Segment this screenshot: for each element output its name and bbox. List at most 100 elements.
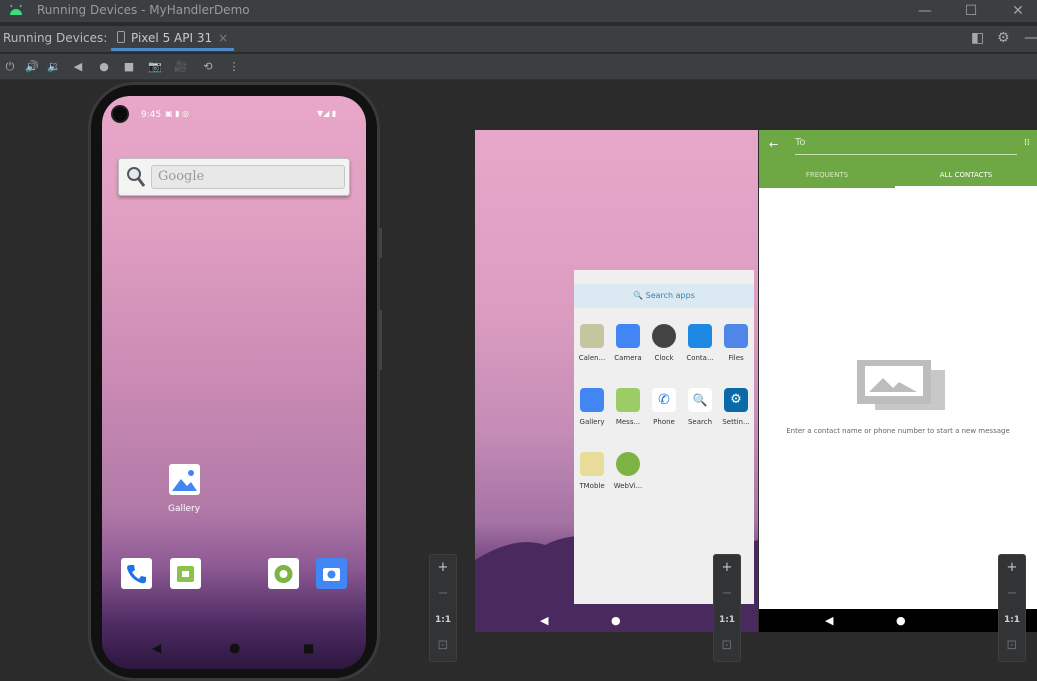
- tab-indicator: [895, 186, 1037, 188]
- gallery-icon: [580, 388, 604, 412]
- volume-up-icon[interactable]: 🔊: [23, 58, 41, 76]
- tab-all-contacts[interactable]: ALL CONTACTS: [895, 171, 1037, 179]
- camera-icon: [616, 324, 640, 348]
- app-label: Camera: [614, 354, 642, 362]
- minimize-button[interactable]: —: [915, 2, 935, 20]
- empty-contacts-image-icon: [857, 360, 945, 410]
- android-icon: [10, 4, 22, 15]
- volume-down-icon[interactable]: 🔉: [45, 58, 63, 76]
- tab-close-icon[interactable]: ×: [218, 31, 228, 45]
- zoom-out-button[interactable]: −: [714, 581, 740, 607]
- app-files[interactable]: Files: [718, 324, 754, 362]
- nav-home-icon[interactable]: ●: [611, 614, 621, 627]
- close-window-button[interactable]: ✕: [1008, 2, 1028, 20]
- android-robot-icon: [616, 452, 640, 476]
- nav-back-icon[interactable]: ◀: [540, 614, 548, 627]
- phone-screen-messages[interactable]: ← To ⁞⁞ FREQUENTS ALL CONTACTS Enter a c…: [759, 130, 1037, 632]
- nav-home-icon[interactable]: ●: [896, 614, 906, 627]
- phone-icon: ✆: [652, 388, 676, 412]
- gallery-label: Gallery: [167, 504, 201, 514]
- app-settings[interactable]: ⚙ Settin...: [718, 388, 754, 426]
- app-gallery[interactable]: Gallery: [574, 388, 610, 426]
- dialpad-icon[interactable]: ⁞⁞: [1024, 138, 1030, 148]
- status-bar: 9:45 ▣ ▮ ◎ ▼◢ ▮: [102, 106, 366, 122]
- app-label: Settin...: [722, 418, 750, 426]
- phone-device-icon: [117, 31, 125, 43]
- calendar-icon: [580, 324, 604, 348]
- app-camera[interactable]: Camera: [610, 324, 646, 362]
- app-label: Clock: [654, 354, 674, 362]
- title-bar: Running Devices - MyHandlerDemo — ☐ ✕: [0, 0, 1037, 22]
- wifi-battery-icon: ▼◢ ▮: [317, 109, 337, 118]
- app-contacts[interactable]: Conta...: [682, 324, 718, 362]
- app-label: Files: [728, 354, 744, 362]
- gear-icon[interactable]: ⚙: [997, 30, 1010, 46]
- nav-back-icon[interactable]: ◀: [152, 641, 161, 655]
- zoom-controls: + − 1:1 ⊡: [713, 554, 741, 662]
- more-options-icon[interactable]: ⋮: [225, 58, 243, 76]
- to-input[interactable]: To: [795, 137, 1017, 155]
- power-icon[interactable]: ⏻: [1, 58, 19, 76]
- home-icon[interactable]: ●: [95, 58, 113, 76]
- app-messaging[interactable]: Mess...: [610, 388, 646, 426]
- contacts-icon: [688, 324, 712, 348]
- nav-back-icon[interactable]: ◀: [825, 614, 833, 627]
- tab-frequents[interactable]: FREQUENTS: [759, 171, 895, 179]
- status-time: 9:45: [141, 110, 162, 120]
- actual-size-button[interactable]: 1:1: [714, 607, 740, 633]
- app-clock[interactable]: Clock: [646, 324, 682, 362]
- google-search-widget[interactable]: Google: [118, 158, 350, 196]
- layout-icon[interactable]: ◧: [971, 30, 984, 46]
- app-search[interactable]: 🔍 Search: [682, 388, 718, 426]
- nav-bar: ◀ ●: [759, 609, 1037, 632]
- tab-pixel-5[interactable]: Pixel 5 API 31 ×: [111, 26, 235, 51]
- search-icon: [127, 167, 146, 187]
- fit-screen-icon[interactable]: ⊡: [714, 633, 740, 659]
- fit-screen-icon[interactable]: ⊡: [999, 633, 1025, 659]
- phone-screen-home[interactable]: 9:45 ▣ ▮ ◎ ▼◢ ▮ Google Gallery ◀ ● ■: [102, 96, 366, 669]
- messaging-icon: [616, 388, 640, 412]
- gallery-app-icon[interactable]: [169, 464, 200, 495]
- app-calendar[interactable]: Calen...: [574, 324, 610, 362]
- overview-icon[interactable]: ■: [120, 58, 138, 76]
- screen-record-icon[interactable]: 🎥: [172, 58, 190, 76]
- zoom-in-button[interactable]: +: [430, 555, 456, 581]
- search-apps-field[interactable]: 🔍 Search apps: [574, 284, 754, 308]
- app-phone[interactable]: ✆ Phone: [646, 388, 682, 426]
- fit-screen-icon[interactable]: ⊡: [430, 633, 456, 659]
- maximize-button[interactable]: ☐: [961, 2, 981, 20]
- actual-size-button[interactable]: 1:1: [430, 607, 456, 633]
- notification-icon: ▣ ▮ ◎: [165, 109, 190, 118]
- app-tmoble[interactable]: TMoble: [574, 452, 610, 490]
- phone-app-icon[interactable]: [121, 558, 152, 589]
- android-robot-icon: [274, 565, 293, 583]
- zoom-out-button[interactable]: −: [999, 581, 1025, 607]
- running-devices-label: Running Devices:: [3, 31, 108, 45]
- zoom-out-button[interactable]: −: [430, 581, 456, 607]
- minimize-panel-icon[interactable]: —: [1024, 30, 1037, 46]
- app-label: Gallery: [579, 418, 605, 426]
- back-icon[interactable]: ◀: [69, 58, 87, 76]
- tmoble-icon: [580, 452, 604, 476]
- empty-contacts-message: Enter a contact name or phone number to …: [786, 427, 1010, 435]
- screenshot-icon[interactable]: 📷: [146, 58, 164, 76]
- messaging-app-icon[interactable]: [170, 558, 201, 589]
- side-button: [379, 228, 382, 258]
- app-label: WebVi...: [613, 482, 643, 490]
- search-icon: 🔍: [688, 388, 712, 412]
- app-webview[interactable]: WebVi...: [610, 452, 646, 490]
- app-label: Search: [687, 418, 713, 426]
- webview-app-icon[interactable]: [268, 558, 299, 589]
- nav-home-icon[interactable]: ●: [229, 641, 240, 656]
- camera-app-icon[interactable]: [316, 558, 347, 589]
- app-label: TMoble: [579, 482, 605, 490]
- back-arrow-icon[interactable]: ←: [769, 138, 778, 151]
- nav-overview-icon[interactable]: ■: [303, 641, 314, 655]
- zoom-in-button[interactable]: +: [714, 555, 740, 581]
- messaging-icon: [177, 566, 194, 582]
- reset-icon[interactable]: ⟲: [199, 58, 217, 76]
- app-label: Conta...: [686, 354, 714, 362]
- zoom-in-button[interactable]: +: [999, 555, 1025, 581]
- actual-size-button[interactable]: 1:1: [999, 607, 1025, 633]
- google-search-input[interactable]: Google: [151, 165, 345, 189]
